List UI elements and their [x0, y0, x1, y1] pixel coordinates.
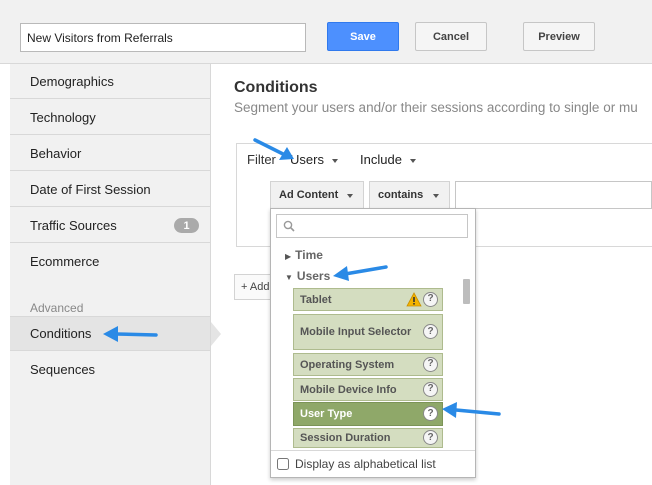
page-subtitle: Segment your users and/or their sessions… [234, 100, 638, 115]
dimension-select[interactable]: Ad Content [270, 181, 364, 209]
chevron-down-icon [347, 194, 353, 198]
dimension-item-label: Mobile Device Info [300, 383, 397, 396]
group-time[interactable]: ▶ Time [285, 248, 323, 262]
group-users[interactable]: ▼ Users [285, 269, 330, 283]
dimension-item-label: User Type [300, 408, 353, 420]
sidebar-item-date-of-first-session[interactable]: Date of First Session [10, 172, 210, 207]
cancel-button[interactable]: Cancel [415, 22, 487, 51]
active-pointer-caret [211, 322, 221, 346]
warning-icon [406, 291, 422, 306]
help-icon[interactable]: ? [423, 291, 438, 307]
chevron-down-icon [433, 194, 439, 198]
chevron-down-icon [409, 158, 416, 163]
sidebar-item-label: Demographics [30, 73, 114, 89]
segment-name-input[interactable] [20, 23, 306, 52]
dimension-item-mobile-device-info[interactable]: Mobile Device Info ? [293, 378, 443, 401]
sidebar-item-label: Traffic Sources [30, 217, 117, 233]
sidebar-item-label: Conditions [30, 326, 92, 341]
sidebar-item-traffic-sources[interactable]: Traffic Sources 1 [10, 208, 210, 243]
sidebar: Demographics Technology Behavior Date of… [10, 64, 221, 485]
sidebar-item-label: Technology [30, 109, 96, 125]
sidebar-item-label: Date of First Session [30, 181, 151, 197]
sidebar-item-label: Behavior [30, 145, 82, 161]
add-filter-button[interactable]: + Add [234, 274, 270, 300]
alphabetical-toggle[interactable]: Display as alphabetical list [271, 450, 475, 477]
sidebar-item-label: Sequences [30, 362, 96, 377]
sidebar-item-demographics[interactable]: Demographics [10, 64, 210, 99]
sidebar-item-label: Ecommerce [30, 254, 100, 269]
dimension-item-label: Operating System [300, 358, 395, 371]
group-label: Users [296, 269, 331, 283]
chevron-down-icon [331, 158, 338, 163]
dimension-item-user-type[interactable]: User Type ? [293, 402, 443, 426]
dimension-item-label: Session Duration [300, 432, 391, 444]
segment-editor-header: Save Cancel Preview [0, 0, 652, 64]
help-icon[interactable]: ? [423, 406, 438, 421]
dimension-item-operating-system[interactable]: Operating System ? [293, 353, 443, 376]
dimension-item-label: Tablet [300, 293, 332, 306]
annotation-arrow-icon [253, 138, 294, 160]
preview-button[interactable]: Preview [523, 22, 595, 51]
sidebar-item-sequences[interactable]: Sequences [10, 352, 210, 387]
operator-select-value: contains [378, 189, 424, 201]
search-icon [283, 220, 295, 232]
sidebar-item-ecommerce[interactable]: Ecommerce [10, 244, 210, 279]
dimension-item-label: Mobile Input Selector [300, 326, 412, 338]
save-button[interactable]: Save [327, 22, 399, 51]
help-icon[interactable]: ? [423, 324, 438, 339]
dimension-item-tablet[interactable]: Tablet ? [293, 288, 443, 311]
advanced-section-label: Advanced [30, 301, 84, 315]
help-icon[interactable]: ? [423, 356, 438, 372]
dimension-select-value: Ad Content [279, 189, 339, 201]
include-select-value: Include [360, 152, 402, 167]
annotation-arrow-icon [103, 326, 158, 342]
annotation-arrow-icon [333, 265, 388, 281]
alphabetical-checkbox[interactable] [277, 458, 289, 470]
triangle-down-icon: ▼ [285, 273, 293, 282]
dropdown-scrollbar-thumb[interactable] [463, 279, 470, 304]
help-icon[interactable]: ? [423, 381, 438, 397]
page-title: Conditions [234, 79, 318, 96]
alphabetical-label: Display as alphabetical list [295, 457, 436, 471]
dimension-item-mobile-input-selector[interactable]: Mobile Input Selector ? [293, 314, 443, 350]
sidebar-item-behavior[interactable]: Behavior [10, 136, 210, 171]
include-select[interactable]: Include [360, 152, 416, 167]
help-icon[interactable]: ? [423, 430, 438, 445]
condition-value-input[interactable] [455, 181, 652, 209]
triangle-right-icon: ▶ [285, 252, 292, 261]
annotation-arrow-icon [442, 402, 501, 418]
sidebar-item-technology[interactable]: Technology [10, 100, 210, 135]
dimension-search-input[interactable] [276, 214, 468, 238]
count-badge: 1 [174, 218, 199, 233]
operator-select[interactable]: contains [369, 181, 450, 209]
group-label: Time [295, 248, 323, 262]
dimension-item-session-duration[interactable]: Session Duration ? [293, 428, 443, 448]
